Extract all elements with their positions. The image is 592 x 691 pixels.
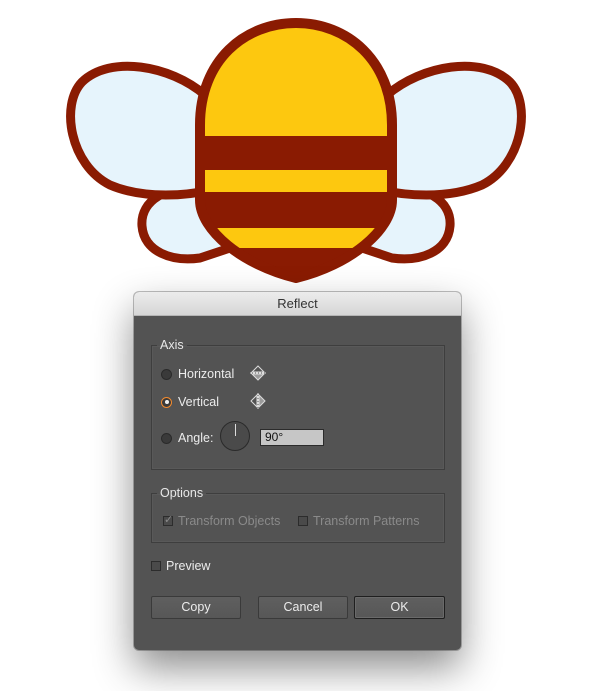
angle-dial-icon[interactable] [220, 421, 250, 451]
preview-label: Preview [166, 559, 211, 573]
reflect-horizontal-icon [250, 365, 266, 381]
horizontal-radio[interactable] [161, 368, 172, 380]
options-legend: Options [160, 486, 204, 500]
transform-patterns-checkbox[interactable] [298, 516, 308, 526]
transform-objects-checkbox[interactable] [163, 513, 173, 526]
dialog-title: Reflect [134, 292, 461, 316]
transform-objects-label: Transform Objects [178, 514, 281, 528]
transform-patterns-option[interactable]: Transform Patterns [298, 514, 420, 528]
horizontal-option[interactable]: Horizontal [161, 367, 234, 381]
preview-option[interactable]: Preview [151, 559, 210, 573]
horizontal-label: Horizontal [178, 367, 235, 381]
vertical-option[interactable]: Vertical [161, 395, 219, 409]
bee-stripe-1 [200, 136, 392, 170]
transform-patterns-label: Transform Patterns [313, 514, 420, 528]
copy-button[interactable]: Copy [151, 596, 241, 619]
reflect-vertical-icon [250, 393, 266, 409]
vertical-label: Vertical [178, 395, 219, 409]
bee-stripe-2 [200, 192, 392, 228]
bee-illustration [66, 18, 526, 283]
angle-option[interactable]: Angle: [161, 431, 213, 445]
ok-button[interactable]: OK [354, 596, 445, 619]
transform-objects-option[interactable]: Transform Objects [163, 513, 281, 528]
angle-input[interactable]: 90° [260, 429, 324, 446]
axis-legend: Axis [160, 338, 184, 352]
bee-upper-right-wing [377, 61, 526, 200]
preview-checkbox[interactable] [151, 561, 161, 571]
angle-label: Angle: [178, 431, 214, 445]
reflect-dialog: Reflect Axis Horizontal Vertical Angle: … [134, 292, 461, 650]
angle-radio[interactable] [161, 432, 172, 444]
vertical-radio[interactable] [161, 396, 172, 408]
bee-upper-left-wing [66, 61, 215, 200]
cancel-button[interactable]: Cancel [258, 596, 348, 619]
